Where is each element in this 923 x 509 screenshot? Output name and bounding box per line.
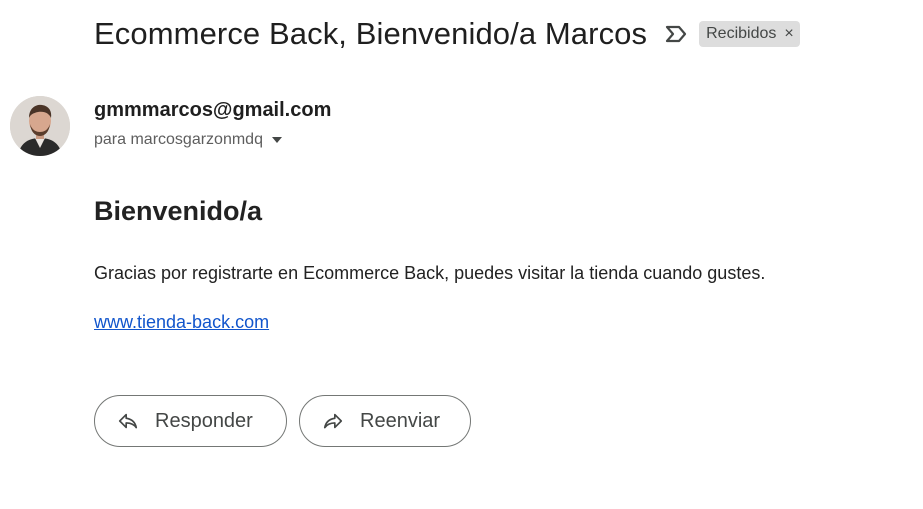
forward-icon <box>322 410 344 432</box>
recipient-details-toggle[interactable]: para marcosgarzonmdq <box>94 131 282 149</box>
chevron-down-icon[interactable] <box>271 137 282 143</box>
message-heading: Bienvenido/a <box>94 196 263 226</box>
forward-button[interactable]: Reenviar <box>299 395 471 447</box>
reply-button[interactable]: Responder <box>94 395 287 447</box>
recipient-line: para marcosgarzonmdq <box>94 131 263 148</box>
subject-row: Ecommerce Back, Bienvenido/a Marcos Reci… <box>94 14 800 54</box>
message-paragraph: Gracias por registrarte en Ecommerce Bac… <box>94 263 766 283</box>
important-marker-icon[interactable] <box>663 21 689 47</box>
sender-address: gmmmarcos@gmail.com <box>94 99 332 121</box>
label-chip-inbox: Recibidos × <box>699 21 800 47</box>
email-subject: Ecommerce Back, Bienvenido/a Marcos <box>94 16 648 51</box>
reply-button-label: Responder <box>155 409 253 432</box>
forward-button-label: Reenviar <box>360 409 441 432</box>
remove-label-button[interactable]: × <box>784 26 793 42</box>
label-chip-text: Recibidos <box>706 25 777 42</box>
reply-icon <box>117 410 139 432</box>
email-view: Ecommerce Back, Bienvenido/a Marcos Reci… <box>0 0 923 509</box>
store-link[interactable]: www.tienda-back.com <box>94 312 269 333</box>
sender-avatar[interactable] <box>10 96 70 156</box>
